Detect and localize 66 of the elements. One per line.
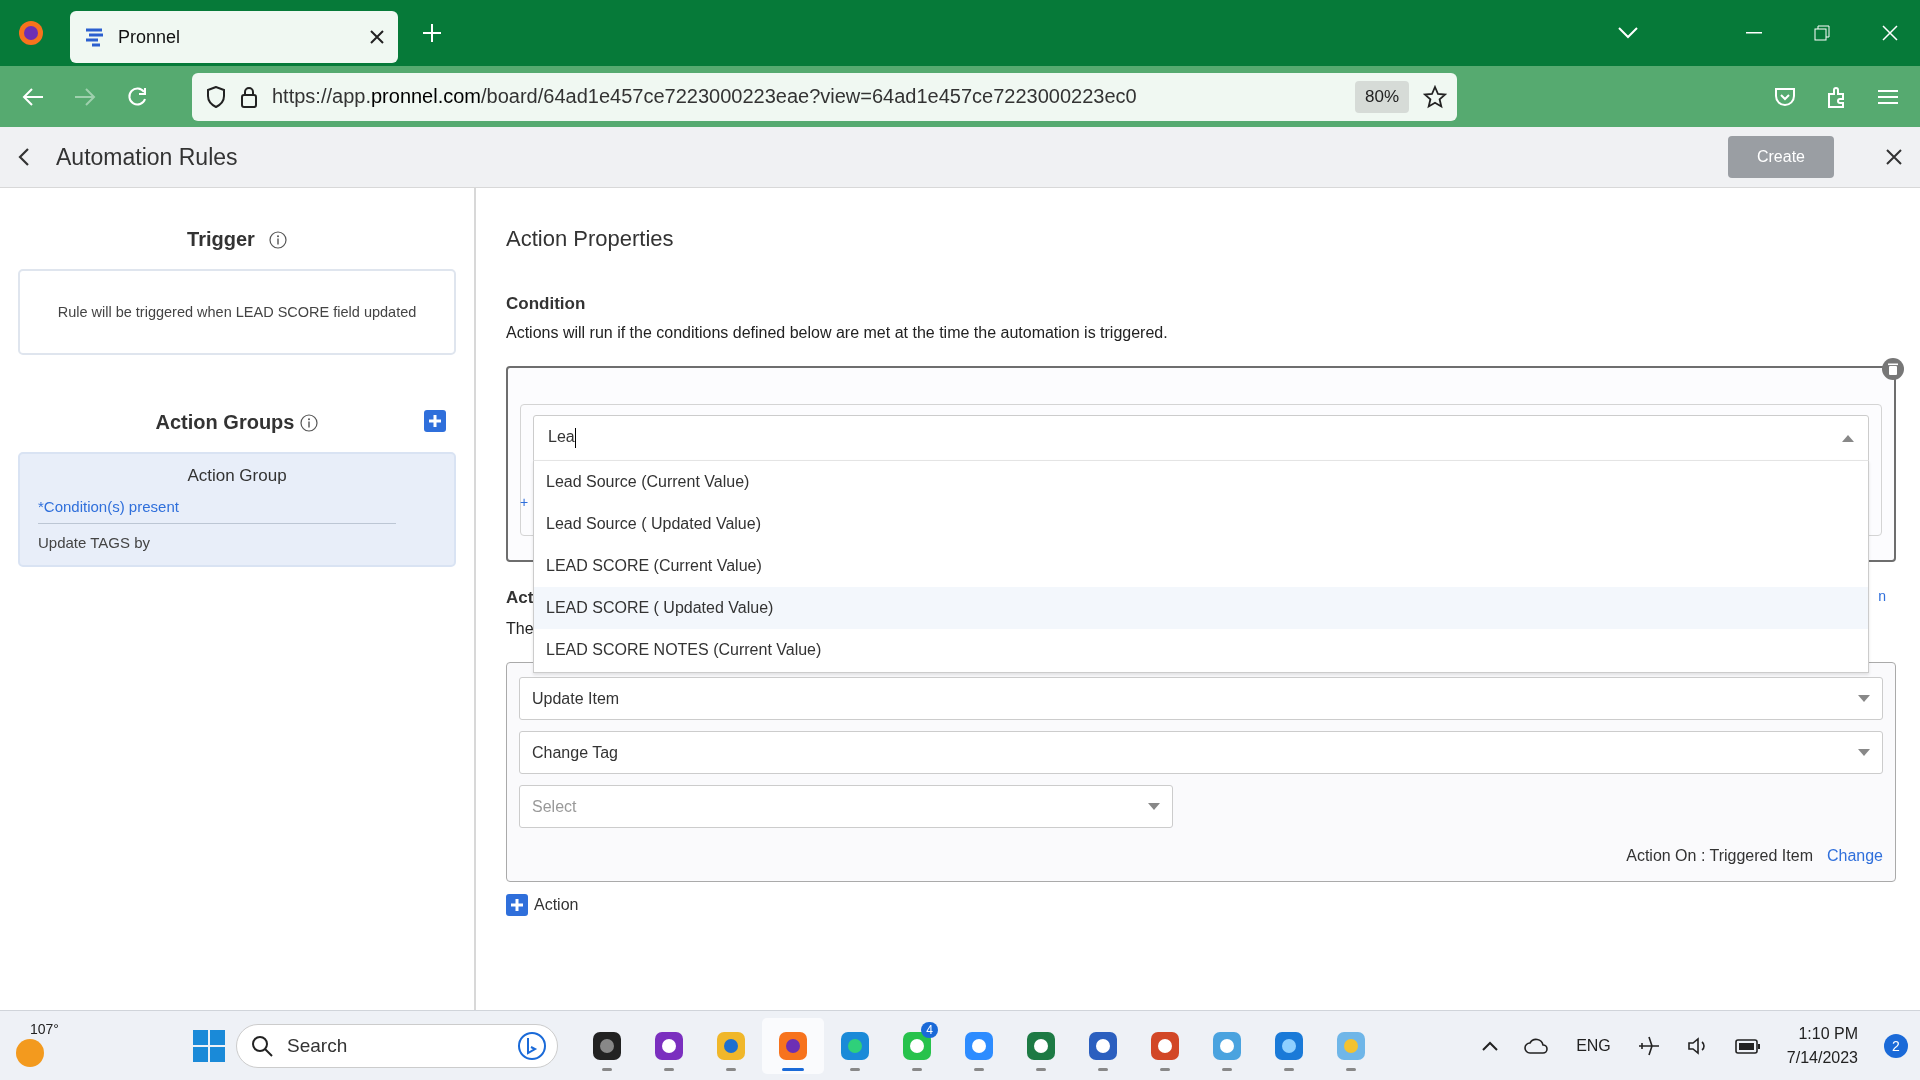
temperature: 107°: [30, 1020, 59, 1037]
new-tab-icon[interactable]: [422, 23, 442, 43]
clock-time[interactable]: 1:10 PM: [1786, 1021, 1858, 1046]
search-icon: [251, 1034, 273, 1057]
tab-title: Pronnel: [118, 26, 182, 48]
address-bar[interactable]: https://app.pronnel.com/board/64ad1e457ce7223000223eae?view=64ad1e457ce7223000223ec0 80%: [192, 72, 1457, 121]
url-text: https://app.pronnel.com/board/64ad1e457ce7223000223eae?view=64ad1e457ce7223000223ec0: [272, 85, 1138, 108]
close-icon[interactable]: [370, 30, 384, 44]
trigger-description: Rule will be triggered when LEAD SCORE field updated: [18, 269, 456, 355]
action-target-text: Action On : Triggered Item: [1626, 847, 1813, 865]
menu-icon[interactable]: [1878, 88, 1898, 105]
dropdown-option[interactable]: LEAD SCORE NOTES (Current Value): [534, 629, 1868, 671]
dropdown-option[interactable]: LEAD SCORE (Current Value): [534, 545, 1868, 587]
caret-icon: [1842, 434, 1854, 442]
notification-badge: 4: [921, 1021, 938, 1038]
taskbar-button[interactable]: 4: [886, 1017, 948, 1074]
condition-description: Actions will run if the conditions defined below are met at the time the automation is triggered.: [506, 324, 1169, 342]
condition-indicator: *Condition(s) present: [38, 498, 397, 524]
app-logo-icon: [84, 26, 106, 48]
condition-title: Condition: [506, 294, 587, 314]
pocket-icon[interactable]: [1774, 86, 1796, 107]
search-field[interactable]: Search: [236, 1023, 558, 1068]
start-icon[interactable]: [192, 1028, 226, 1063]
language-indicator[interactable]: ENG: [1576, 1036, 1611, 1055]
dropdown-option[interactable]: Lead Source ( Updated Value): [534, 503, 1868, 545]
caret-icon: [1858, 749, 1870, 756]
add-group-icon[interactable]: [424, 409, 446, 432]
taskbar-button[interactable]: [762, 1017, 824, 1074]
section-title: Action Properties: [506, 226, 675, 252]
chevron-down-icon[interactable]: [1618, 27, 1638, 39]
clock-date[interactable]: 7/14/2023: [1786, 1045, 1858, 1070]
change-link[interactable]: Change: [1826, 847, 1883, 865]
action-group-card[interactable]: Action Group *Condition(s) present Update TAGS by: [18, 452, 456, 567]
shield-icon[interactable]: [206, 85, 226, 108]
dropdown-option[interactable]: LEAD SCORE ( Updated Value): [534, 587, 1868, 629]
page-title: Automation Rules: [56, 143, 239, 171]
group-title: Action Group: [186, 466, 288, 486]
browser-tab[interactable]: Pronnel: [70, 11, 398, 63]
action-type-select[interactable]: Update Item: [519, 677, 1883, 720]
cloud-icon[interactable]: [1524, 1037, 1551, 1054]
battery-icon[interactable]: [1734, 1036, 1761, 1055]
trash-icon[interactable]: [1882, 358, 1904, 380]
link-text[interactable]: n: [1878, 588, 1886, 608]
notification-count[interactable]: 2: [1884, 1033, 1908, 1058]
add-condition-link[interactable]: +: [520, 494, 529, 510]
star-icon[interactable]: [1423, 84, 1447, 109]
close-icon[interactable]: [1886, 149, 1902, 165]
actions-description: The: [506, 620, 535, 638]
zoom-level[interactable]: 80%: [1354, 80, 1409, 113]
lock-icon[interactable]: [240, 85, 258, 108]
action-subtype-select[interactable]: Change Tag: [519, 731, 1883, 774]
back-icon[interactable]: [18, 147, 30, 167]
add-action-link[interactable]: Action: [534, 896, 579, 914]
actions-title: Act: [506, 588, 534, 608]
reload-icon[interactable]: [126, 85, 148, 108]
dropdown-option[interactable]: Lead Source (Current Value): [534, 461, 1868, 503]
action-groups-title: Action Groups: [155, 411, 295, 434]
caret-icon: [1858, 695, 1870, 702]
info-icon[interactable]: [268, 230, 287, 249]
info-icon[interactable]: [300, 413, 319, 432]
group-summary: Update TAGS by: [38, 533, 151, 551]
add-action-icon[interactable]: [506, 894, 528, 916]
restore-icon[interactable]: [1814, 25, 1830, 41]
chevron-up-icon[interactable]: [1482, 1040, 1499, 1051]
trigger-title: Trigger: [187, 228, 255, 251]
caret-icon: [1148, 803, 1160, 810]
